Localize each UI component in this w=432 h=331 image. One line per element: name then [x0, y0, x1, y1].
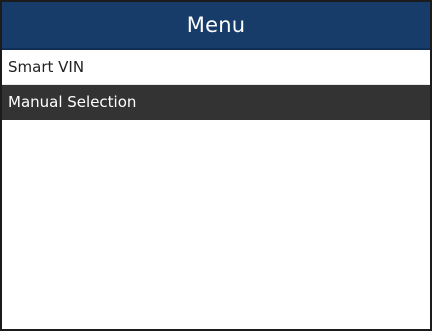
- menu-item-manual-selection[interactable]: Manual Selection: [2, 85, 430, 120]
- menu-screen: Menu Smart VIN Manual Selection: [0, 0, 432, 331]
- menu-item-label: Smart VIN: [8, 58, 85, 76]
- menu-header: Menu: [2, 2, 430, 50]
- menu-item-smart-vin[interactable]: Smart VIN: [2, 50, 430, 85]
- page-title: Menu: [186, 13, 246, 37]
- menu-item-label: Manual Selection: [8, 93, 137, 111]
- menu-list: Smart VIN Manual Selection: [2, 50, 430, 120]
